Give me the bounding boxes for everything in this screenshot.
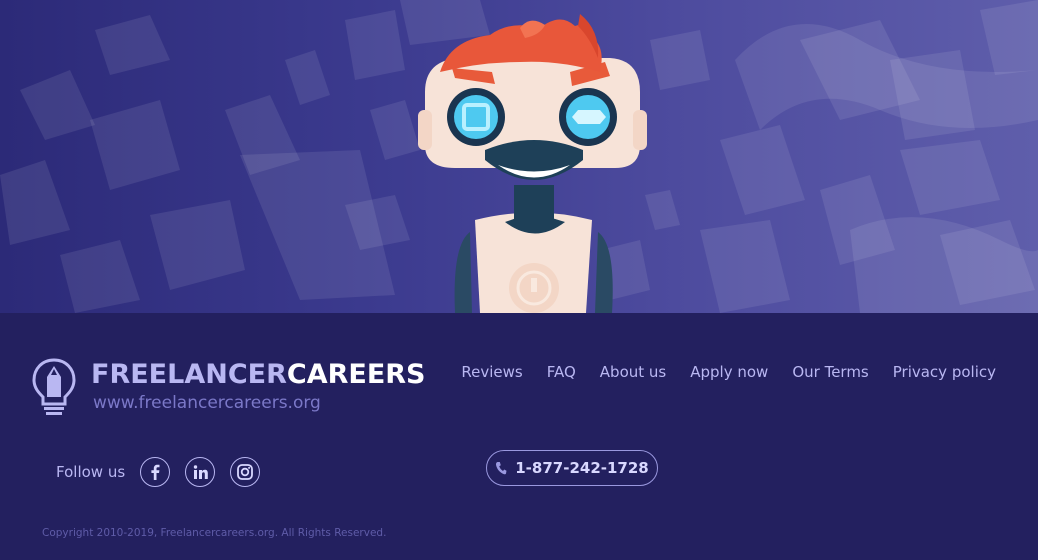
site-footer: FREELANCERCAREERS www.freelancercareers.… xyxy=(0,313,1038,560)
instagram-icon[interactable] xyxy=(230,457,261,487)
nav-link-apply-now[interactable]: Apply now xyxy=(690,363,768,381)
footer-nav: Reviews FAQ About us Apply now Our Terms… xyxy=(461,363,996,381)
nav-link-about-us[interactable]: About us xyxy=(600,363,666,381)
brand-name-part2: CAREERS xyxy=(286,359,426,390)
hero-banner xyxy=(0,0,1038,313)
social-links: Follow us xyxy=(56,457,275,487)
phone-button[interactable]: 1-877-242-1728 xyxy=(486,450,658,486)
nav-link-faq[interactable]: FAQ xyxy=(547,363,576,381)
lightbulb-pencil-icon xyxy=(32,358,76,415)
nav-link-privacy-policy[interactable]: Privacy policy xyxy=(893,363,996,381)
copyright-text: Copyright 2010-2019, Freelancercareers.o… xyxy=(42,527,387,539)
follow-us-label: Follow us xyxy=(56,463,126,481)
phone-number: 1-877-242-1728 xyxy=(515,459,649,477)
linkedin-icon[interactable] xyxy=(185,457,216,487)
brand-name-part1: FREELANCER xyxy=(91,359,287,390)
hero-illustration xyxy=(0,0,1038,313)
facebook-icon[interactable] xyxy=(140,457,171,487)
brand-name: FREELANCERCAREERS xyxy=(91,359,426,390)
phone-icon xyxy=(496,462,507,475)
brand-logo[interactable]: FREELANCERCAREERS www.freelancercareers.… xyxy=(32,357,452,417)
brand-url: www.freelancercareers.org xyxy=(93,393,321,413)
nav-link-reviews[interactable]: Reviews xyxy=(461,363,522,381)
nav-link-our-terms[interactable]: Our Terms xyxy=(792,363,868,381)
